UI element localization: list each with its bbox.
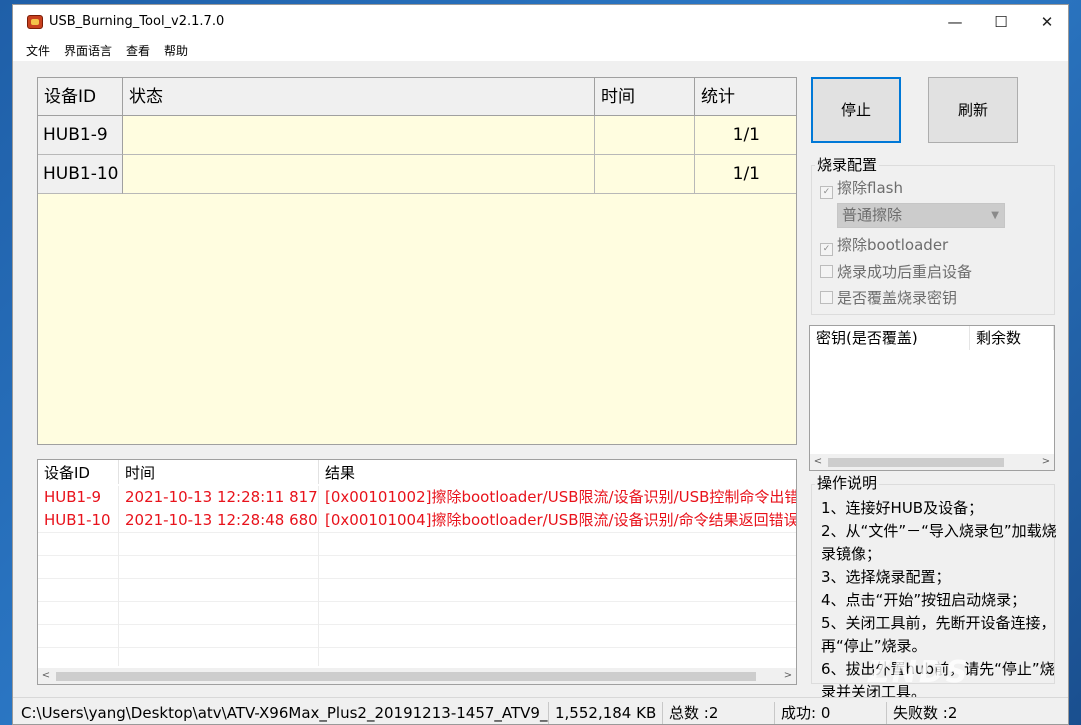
overwrite-key-checkbox[interactable]: 是否覆盖烧录密钥 — [820, 287, 957, 308]
chevron-down-icon: ▼ — [991, 210, 999, 221]
log-row-result: [0x00101004]擦除bootloader/USB限流/设备识别/命令结果… — [325, 511, 797, 529]
instruction-line: 3、选择烧录配置； — [821, 568, 951, 586]
col-header-stat[interactable]: 统计 — [695, 78, 796, 116]
window-title: USB_Burning_Tool_v2.1.7.0 — [49, 14, 225, 29]
reboot-after-label: 烧录成功后重启设备 — [837, 263, 973, 281]
instructions-title: 操作说明 — [815, 472, 880, 493]
log-row-id[interactable]: HUB1-9 — [38, 486, 119, 509]
app-logo-icon — [27, 15, 43, 29]
device-row-stat: 1/1 — [695, 116, 796, 155]
instruction-line: 2、从“文件”－“导入烧录包”加载烧录镜像； — [821, 522, 1057, 563]
scroll-right-icon[interactable]: > — [1038, 454, 1054, 470]
scroll-left-icon[interactable]: < — [810, 454, 826, 470]
status-size: 1,552,184 KB — [551, 702, 663, 724]
menu-language[interactable]: 界面语言 — [64, 42, 112, 59]
device-row-status — [123, 116, 595, 155]
log-col-header-time[interactable]: 时间 — [119, 460, 319, 484]
log-row-id[interactable]: HUB1-10 — [38, 509, 119, 532]
refresh-button[interactable]: 刷新 — [928, 77, 1018, 143]
stop-button[interactable]: 停止 — [811, 77, 901, 143]
log-col-header-result[interactable]: 结果 — [319, 460, 796, 484]
erase-flash-checkbox[interactable]: ✓ 擦除flash — [820, 177, 903, 199]
log-row-time: 2021-10-13 12:28:48 680 — [119, 509, 319, 532]
erase-mode-value: 普通擦除 — [842, 206, 903, 224]
log-table: 设备ID 时间 结果 HUB1-9 2021-10-13 12:28:11 81… — [37, 459, 797, 685]
burn-config-title: 烧录配置 — [815, 154, 880, 175]
col-header-status[interactable]: 状态 — [123, 78, 595, 116]
key-table: 密钥(是否覆盖) 剩余数 < > — [809, 325, 1055, 471]
scroll-right-icon[interactable]: > — [780, 668, 796, 684]
menu-help[interactable]: 帮助 — [164, 42, 188, 59]
device-row-id[interactable]: HUB1-9 — [38, 116, 123, 155]
erase-bootloader-checkbox[interactable]: ✓ 擦除bootloader — [820, 234, 948, 256]
col-header-device-id[interactable]: 设备ID — [38, 78, 123, 116]
menu-file[interactable]: 文件 — [26, 42, 50, 59]
key-table-scrollbar[interactable]: < > — [810, 454, 1054, 470]
status-fail: 失败数 :2 — [893, 704, 958, 722]
log-empty-col — [119, 532, 319, 666]
device-row-stat: 1/1 — [695, 155, 796, 194]
col-header-key[interactable]: 密钥(是否覆盖) — [810, 326, 970, 350]
maximize-button[interactable]: ☐ — [978, 5, 1024, 39]
watermark-text: ZNDS — [868, 655, 970, 690]
reboot-after-checkbox[interactable]: 烧录成功后重启设备 — [820, 261, 972, 282]
overwrite-key-label: 是否覆盖烧录密钥 — [837, 289, 958, 307]
close-button[interactable]: ✕ — [1024, 5, 1068, 39]
checkbox-empty-icon — [820, 265, 833, 278]
device-row-time — [595, 155, 695, 194]
instruction-line: 5、关闭工具前，先断开设备连接，再“停止”烧录。 — [821, 614, 1056, 655]
checkmark-icon: ✓ — [820, 243, 833, 256]
log-empty-col — [38, 532, 119, 666]
instruction-line: 1、连接好HUB及设备； — [821, 499, 984, 517]
device-table: 设备ID 状态 时间 统计 HUB1-9 1/1 HUB1-10 1/1 — [37, 77, 797, 445]
status-path: C:\Users\yang\Desktop\atv\ATV-X96Max_Plu… — [17, 702, 549, 724]
log-scrollbar[interactable]: < > — [38, 668, 796, 684]
erase-flash-label: 擦除flash — [837, 179, 903, 197]
menu-bar: 文件 界面语言 查看 帮助 — [13, 39, 1068, 61]
log-row-result: [0x00101002]擦除bootloader/USB限流/设备识别/USB控… — [325, 488, 797, 506]
log-row-time: 2021-10-13 12:28:11 817 — [119, 486, 319, 509]
status-bar: C:\Users\yang\Desktop\atv\ATV-X96Max_Plu… — [13, 697, 1068, 724]
col-header-time[interactable]: 时间 — [595, 78, 695, 116]
erase-bootloader-label: 擦除bootloader — [837, 236, 949, 254]
scroll-left-icon[interactable]: < — [38, 668, 54, 684]
erase-mode-select[interactable]: 普通擦除 ▼ — [837, 203, 1005, 228]
col-header-remaining[interactable]: 剩余数 — [970, 326, 1054, 350]
device-row-status — [123, 155, 595, 194]
scroll-thumb[interactable] — [828, 458, 1004, 467]
checkmark-icon: ✓ — [820, 186, 833, 199]
minimize-button[interactable]: — — [932, 5, 978, 39]
log-col-header-device-id[interactable]: 设备ID — [38, 460, 119, 484]
status-success: 成功: 0 — [777, 702, 887, 724]
instruction-line: 4、点击“开始”按钮启动烧录； — [821, 591, 1027, 609]
app-window: USB_Burning_Tool_v2.1.7.0 — ☐ ✕ 文件 界面语言 … — [12, 4, 1069, 725]
checkbox-empty-icon — [820, 291, 833, 304]
device-row-time — [595, 116, 695, 155]
scroll-thumb[interactable] — [56, 672, 756, 681]
title-bar: USB_Burning_Tool_v2.1.7.0 — ☐ ✕ — [13, 5, 1068, 39]
device-row-id[interactable]: HUB1-10 — [38, 155, 123, 194]
menu-view[interactable]: 查看 — [126, 42, 150, 59]
status-total: 总数 :2 — [665, 702, 775, 724]
